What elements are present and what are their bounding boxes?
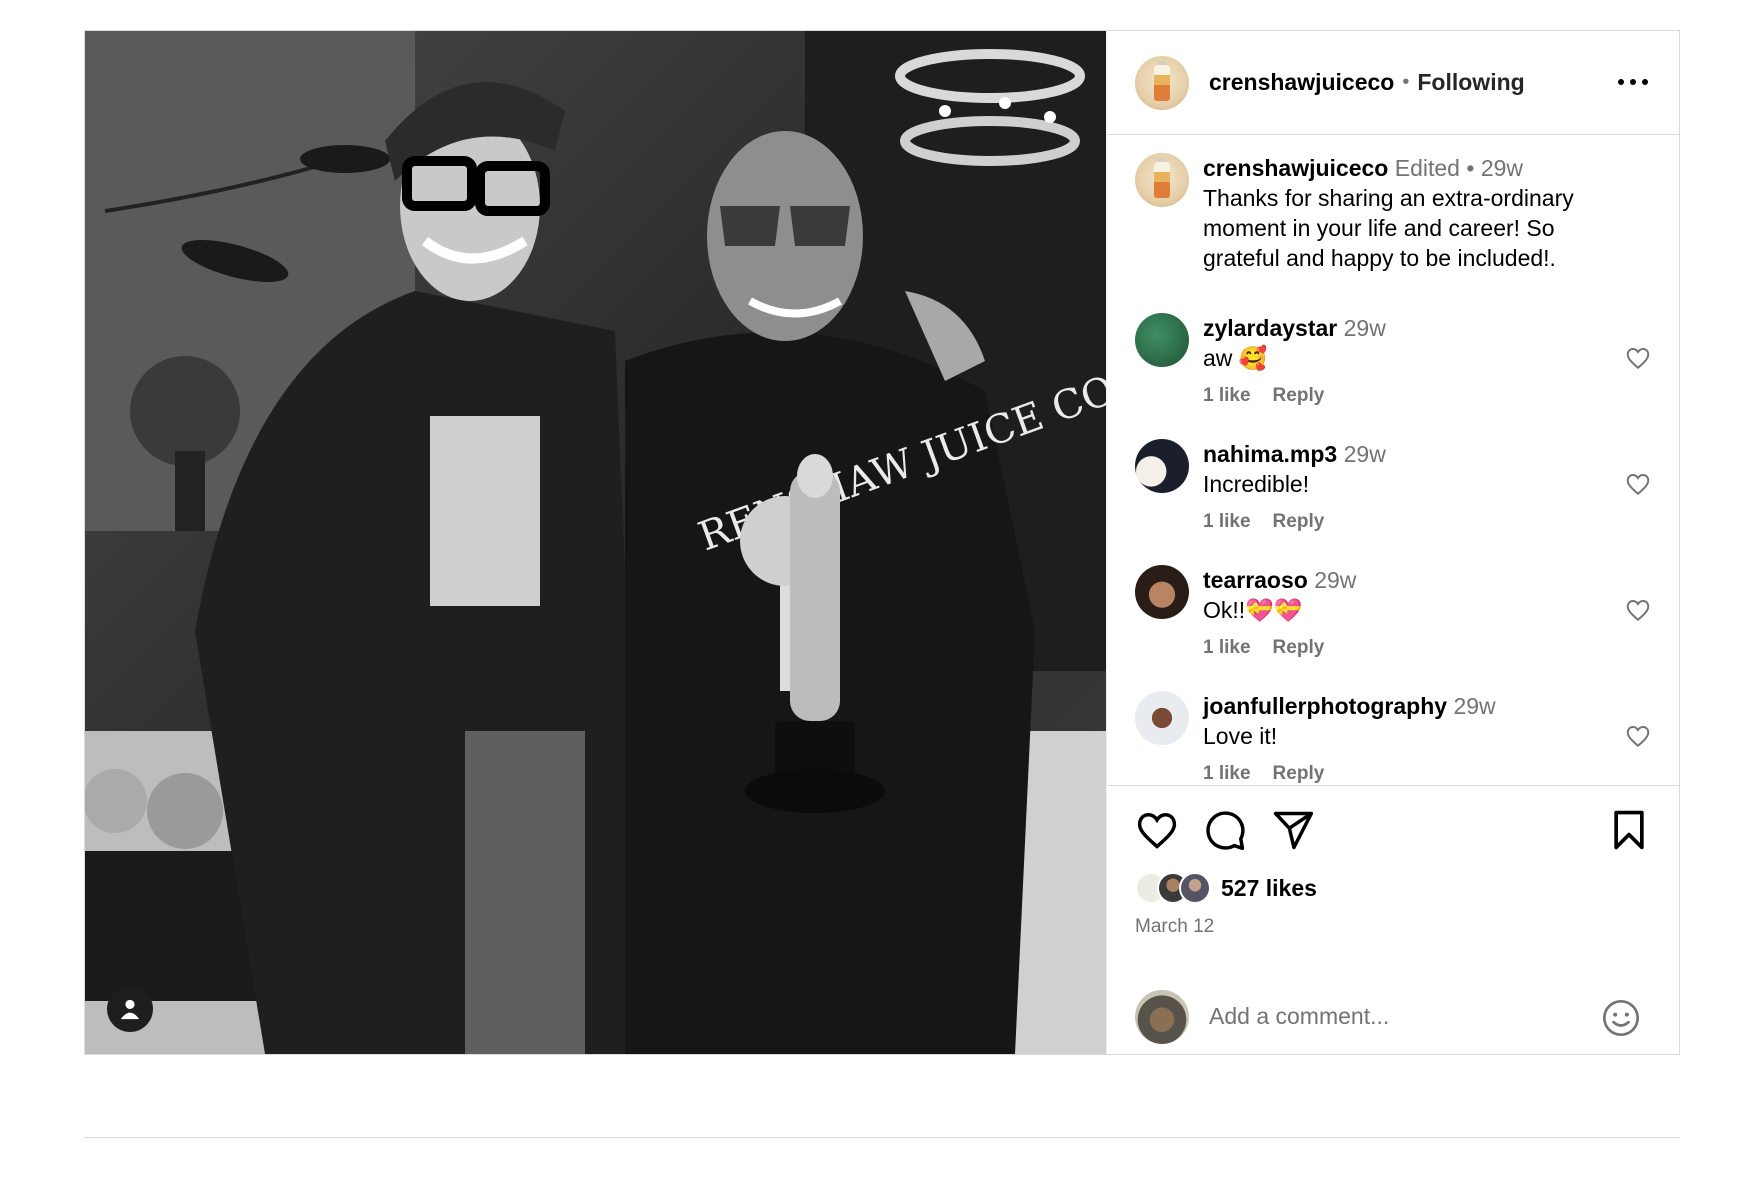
comment-text: aw 🥰 — [1203, 345, 1268, 371]
comment-item: joanfullerphotography 29w Love it! 1 lik… — [1135, 691, 1651, 785]
reply-button[interactable]: Reply — [1273, 385, 1325, 407]
post-card: RENSHAW JUICE CO. crenshawjuiceco • Foll — [84, 30, 1680, 1055]
bookmark-icon[interactable] — [1607, 808, 1651, 852]
heart-icon[interactable] — [1625, 345, 1651, 371]
heart-icon[interactable] — [1625, 471, 1651, 497]
comment-like-count[interactable]: 1 like — [1203, 637, 1251, 659]
comment-time[interactable]: 29w — [1314, 567, 1356, 593]
section-divider — [84, 1137, 1680, 1138]
current-user-avatar — [1135, 989, 1189, 1044]
caption-text: Thanks for sharing an extra-ordinary mom… — [1203, 185, 1574, 271]
caption-avatar[interactable] — [1135, 153, 1189, 207]
likes-summary[interactable]: 527 likes — [1135, 872, 1317, 904]
post-header: crenshawjuiceco • Following — [1107, 31, 1679, 135]
caption-username[interactable]: crenshawjuiceco — [1203, 155, 1388, 181]
comment-time[interactable]: 29w — [1344, 441, 1386, 467]
commenter-avatar[interactable] — [1135, 565, 1189, 619]
post-photo[interactable]: RENSHAW JUICE CO. — [85, 31, 1106, 1054]
tagged-people-button[interactable] — [107, 986, 153, 1032]
post-date[interactable]: March 12 — [1135, 916, 1214, 938]
smiley-icon[interactable] — [1601, 998, 1641, 1038]
comment-item: zylardaystar 29w aw 🥰 1 like Reply — [1135, 313, 1651, 407]
photo-illustration: RENSHAW JUICE CO. — [85, 31, 1106, 1054]
comment-username[interactable]: tearraoso — [1203, 567, 1308, 593]
comment-icon[interactable] — [1203, 808, 1247, 852]
comment-text: Incredible! — [1203, 471, 1310, 497]
comment-like-count[interactable]: 1 like — [1203, 511, 1251, 533]
caption-time[interactable]: 29w — [1481, 155, 1523, 181]
reply-button[interactable]: Reply — [1273, 511, 1325, 533]
author-avatar[interactable] — [1135, 55, 1189, 110]
comment-time[interactable]: 29w — [1344, 315, 1386, 341]
post-sidebar: crenshawjuiceco • Following crenshawjuic… — [1106, 31, 1679, 1054]
comment-item: tearraoso 29w Ok!!💝💝 1 like Reply — [1135, 565, 1651, 659]
comment-text: Love it! — [1203, 723, 1278, 749]
heart-icon[interactable] — [1135, 808, 1179, 852]
comment-text: Ok!!💝💝 — [1203, 597, 1303, 623]
comment-username[interactable]: nahima.mp3 — [1203, 441, 1337, 467]
commenter-avatar[interactable] — [1135, 439, 1189, 493]
more-horizontal-icon — [1618, 79, 1624, 85]
caption: crenshawjuiceco Edited • 29w Thanks for … — [1135, 153, 1651, 273]
reply-button[interactable]: Reply — [1273, 637, 1325, 659]
edited-label: Edited — [1394, 155, 1460, 181]
comment-like-count[interactable]: 1 like — [1203, 763, 1251, 785]
heart-icon[interactable] — [1625, 597, 1651, 623]
comment-username[interactable]: zylardaystar — [1203, 315, 1337, 341]
person-icon — [120, 999, 140, 1020]
comment-username[interactable]: joanfullerphotography — [1203, 693, 1447, 719]
comment-input[interactable] — [1209, 1003, 1569, 1030]
commenter-avatar[interactable] — [1135, 313, 1189, 367]
likes-count[interactable]: 527 likes — [1221, 875, 1317, 902]
author-username[interactable]: crenshawjuiceco — [1209, 69, 1394, 96]
post-actions-section: 527 likes March 12 — [1107, 785, 1679, 1054]
comments-list[interactable]: crenshawjuiceco Edited • 29w Thanks for … — [1107, 135, 1679, 785]
send-icon[interactable] — [1271, 808, 1315, 852]
heart-icon[interactable] — [1625, 723, 1651, 749]
header-separator: • — [1402, 71, 1410, 93]
comment-like-count[interactable]: 1 like — [1203, 385, 1251, 407]
more-options-button[interactable] — [1615, 67, 1651, 97]
caption-dot: • — [1466, 155, 1475, 181]
commenter-avatar[interactable] — [1135, 691, 1189, 745]
reply-button[interactable]: Reply — [1273, 763, 1325, 785]
comment-time[interactable]: 29w — [1453, 693, 1495, 719]
liker-avatar — [1179, 872, 1211, 904]
action-bar — [1135, 808, 1651, 852]
following-button[interactable]: Following — [1417, 69, 1524, 96]
add-comment-bar — [1107, 978, 1679, 1055]
comment-item: nahima.mp3 29w Incredible! 1 like Reply — [1135, 439, 1651, 533]
